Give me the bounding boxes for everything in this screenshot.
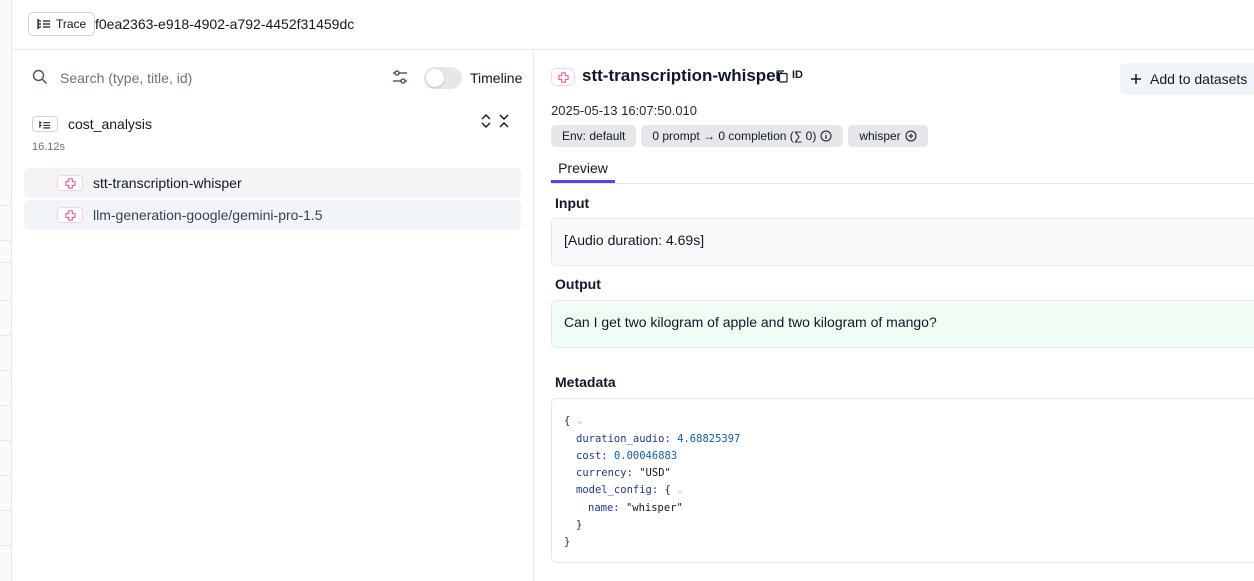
- input-content: [Audio duration: 4.69s]: [551, 218, 1254, 266]
- json-key: currency:: [576, 467, 633, 479]
- json-line: { ⌵: [564, 413, 1254, 431]
- json-value: "USD": [639, 467, 671, 479]
- trace-root-node[interactable]: cost_analysis: [32, 116, 152, 132]
- observation-row[interactable]: stt-transcription-whisper: [24, 168, 521, 198]
- json-line: name: "whisper": [564, 500, 1254, 517]
- generation-icon: [57, 207, 83, 223]
- json-key: name:: [588, 502, 620, 514]
- trace-duration: 16.12s: [32, 141, 66, 153]
- tab-preview[interactable]: Preview: [551, 157, 615, 183]
- background-page-edge: [0, 0, 12, 581]
- trace-id: f0ea2363-e918-4902-a792-4452f31459dc: [95, 16, 355, 32]
- json-value: 0.00046883: [613, 450, 678, 462]
- settings-sliders-icon[interactable]: [392, 69, 408, 85]
- chevron-down-icon[interactable]: ⌵: [577, 417, 582, 427]
- env-badge: Env: default: [551, 125, 637, 147]
- observation-detail-panel: stt-transcription-whisper ID Add to data…: [535, 51, 1254, 581]
- chevrons-down-up-icon[interactable]: [498, 113, 510, 129]
- generation-icon: [57, 175, 83, 191]
- trace-badge-label: Trace: [56, 17, 87, 31]
- search-icon: [32, 69, 47, 84]
- json-line: duration_audio: 4.68825397: [564, 431, 1254, 448]
- trace-type-badge: Trace: [28, 12, 96, 36]
- output-section-title: Output: [555, 276, 601, 292]
- json-line: currency: "USD": [564, 465, 1254, 482]
- timeline-toggle[interactable]: [424, 67, 462, 89]
- metadata-json-viewer: { ⌵ duration_audio: 4.68825397 cost: 0.0…: [551, 398, 1254, 563]
- json-close-brace: }: [576, 519, 583, 531]
- metadata-section-title: Metadata: [555, 374, 616, 390]
- observation-title: stt-transcription-whisper: [582, 66, 783, 85]
- model-label: whisper: [859, 129, 901, 143]
- chevron-down-icon[interactable]: ⌵: [677, 486, 682, 496]
- observation-timestamp: 2025-05-13 16:07:50.010: [551, 103, 698, 118]
- list-tree-icon: [37, 19, 50, 29]
- toggle-knob: [426, 69, 444, 87]
- output-content: Can I get two kilogram of apple and two …: [551, 300, 1254, 348]
- search-input[interactable]: [60, 68, 360, 88]
- add-to-datasets-button[interactable]: Add to datasets: [1120, 63, 1254, 95]
- token-usage-label: 0 prompt → 0 completion (∑ 0): [652, 129, 817, 143]
- trace-header: Trace f0ea2363-e918-4902-a792-4452f31459…: [12, 0, 1254, 50]
- json-value: 4.68825397: [677, 433, 741, 445]
- tab-divider: [551, 183, 1254, 184]
- json-key: duration_audio:: [576, 433, 671, 445]
- json-line: model_config: { ⌵: [564, 482, 1254, 500]
- plus-circle-icon: [905, 130, 917, 142]
- copy-id-label[interactable]: ID: [792, 69, 803, 81]
- generation-icon: [551, 68, 575, 86]
- timeline-label: Timeline: [470, 70, 523, 86]
- json-open-brace: {: [564, 415, 571, 427]
- json-close-brace: }: [564, 536, 571, 548]
- input-section-title: Input: [555, 195, 590, 211]
- trace-tree-panel: Timeline cost_analysis 16.12s stt-transc…: [12, 51, 534, 581]
- json-value: "whisper": [625, 502, 683, 514]
- copy-icon[interactable]: [776, 70, 788, 83]
- observation-badges: Env: default 0 prompt → 0 completion (∑ …: [551, 125, 928, 147]
- json-line: }: [564, 534, 1254, 551]
- list-tree-icon: [32, 116, 58, 132]
- observation-label: llm-generation-google/gemini-pro-1.5: [93, 207, 323, 223]
- chevrons-up-down-icon[interactable]: [480, 113, 492, 129]
- trace-name: cost_analysis: [68, 116, 153, 132]
- json-key: cost:: [576, 450, 608, 462]
- json-line: cost: 0.00046883: [564, 448, 1254, 465]
- observation-row[interactable]: llm-generation-google/gemini-pro-1.5: [24, 200, 521, 230]
- info-icon: [820, 130, 832, 142]
- add-to-datasets-label: Add to datasets: [1150, 71, 1248, 87]
- model-badge[interactable]: whisper: [848, 125, 928, 147]
- token-usage-badge[interactable]: 0 prompt → 0 completion (∑ 0): [641, 125, 844, 147]
- json-line: }: [564, 517, 1254, 534]
- json-open-brace: {: [664, 484, 671, 496]
- observation-label: stt-transcription-whisper: [93, 175, 242, 191]
- json-key: model_config:: [576, 484, 659, 496]
- plus-icon: [1131, 74, 1141, 84]
